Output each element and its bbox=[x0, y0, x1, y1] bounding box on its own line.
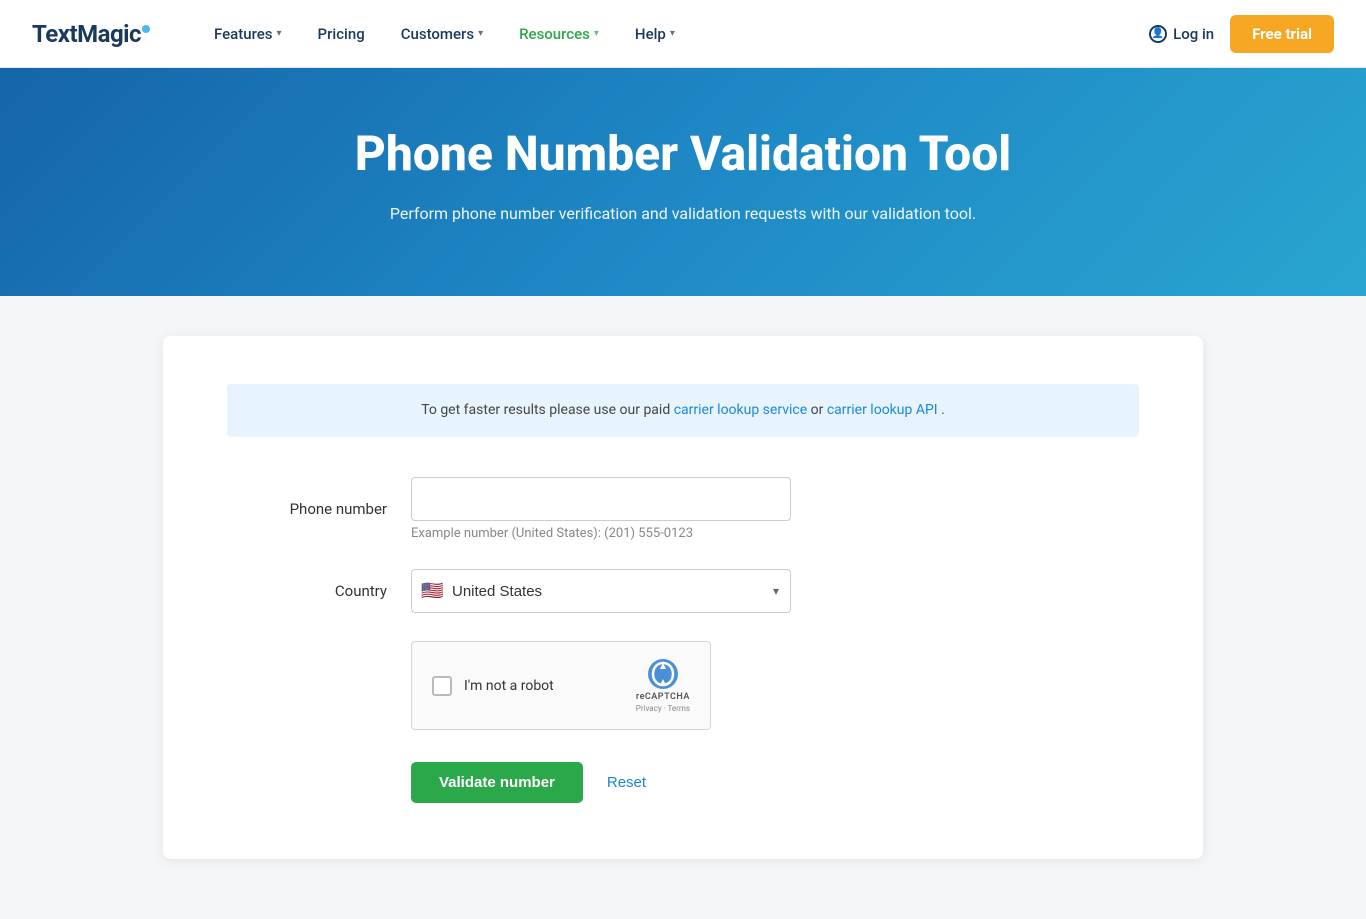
logo[interactable]: TextMagic bbox=[32, 20, 150, 48]
chevron-down-icon: ▾ bbox=[670, 28, 675, 39]
content-card: To get faster results please use our pai… bbox=[163, 336, 1203, 859]
nav-right: 👤 Log in Free trial bbox=[1149, 15, 1334, 53]
free-trial-button[interactable]: Free trial bbox=[1230, 15, 1334, 53]
phone-number-label: Phone number bbox=[227, 500, 387, 518]
reset-button[interactable]: Reset bbox=[607, 774, 646, 791]
form-buttons: Validate number Reset bbox=[411, 762, 1139, 803]
recaptcha-logo-icon bbox=[647, 658, 679, 690]
hero-subtitle: Perform phone number verification and va… bbox=[383, 201, 983, 227]
nav-item-features[interactable]: Features ▾ bbox=[198, 17, 298, 51]
country-select-wrap: 🇺🇸 United States United Kingdom Canada A… bbox=[411, 569, 791, 613]
navbar: TextMagic Features ▾ Pricing Customers ▾… bbox=[0, 0, 1366, 68]
captcha-links: Privacy · Terms bbox=[636, 704, 690, 713]
info-bar: To get faster results please use our pai… bbox=[227, 384, 1139, 437]
captcha-brand-label: reCAPTCHA bbox=[636, 692, 690, 702]
user-icon: 👤 bbox=[1149, 25, 1167, 43]
captcha-checkbox[interactable] bbox=[432, 676, 452, 696]
carrier-lookup-api-link[interactable]: carrier lookup API bbox=[827, 402, 938, 418]
phone-number-row: Phone number Example number (United Stat… bbox=[227, 477, 1139, 541]
hero-section: Phone Number Validation Tool Perform pho… bbox=[0, 68, 1366, 296]
carrier-lookup-service-link[interactable]: carrier lookup service bbox=[674, 402, 807, 418]
country-label: Country bbox=[227, 582, 387, 600]
phone-hint: Example number (United States): (201) 55… bbox=[411, 526, 791, 541]
chevron-down-icon: ▾ bbox=[594, 28, 599, 39]
nav-item-resources[interactable]: Resources ▾ bbox=[503, 17, 615, 51]
nav-item-customers[interactable]: Customers ▾ bbox=[385, 17, 499, 51]
nav-item-help[interactable]: Help ▾ bbox=[619, 17, 691, 51]
validate-number-button[interactable]: Validate number bbox=[411, 762, 583, 803]
captcha-box: I'm not a robot reCAPTCHA Privacy · Term… bbox=[411, 641, 711, 730]
nav-item-pricing[interactable]: Pricing bbox=[302, 17, 381, 51]
captcha-section: I'm not a robot reCAPTCHA Privacy · Term… bbox=[411, 641, 1139, 730]
logo-text: TextMagic bbox=[32, 20, 150, 48]
logo-accent-dot bbox=[142, 25, 150, 33]
captcha-right: reCAPTCHA Privacy · Terms bbox=[636, 658, 690, 713]
captcha-left: I'm not a robot bbox=[432, 676, 554, 696]
chevron-down-icon: ▾ bbox=[478, 28, 483, 39]
chevron-down-icon: ▾ bbox=[277, 28, 282, 39]
main-content: To get faster results please use our pai… bbox=[0, 296, 1366, 919]
hero-title: Phone Number Validation Tool bbox=[32, 128, 1334, 181]
login-button[interactable]: 👤 Log in bbox=[1149, 25, 1214, 43]
phone-field-wrap: Example number (United States): (201) 55… bbox=[411, 477, 791, 541]
nav-links: Features ▾ Pricing Customers ▾ Resources… bbox=[198, 17, 1149, 51]
country-select[interactable]: United States United Kingdom Canada Aust… bbox=[411, 569, 791, 613]
country-row: Country 🇺🇸 United States United Kingdom … bbox=[227, 569, 1139, 613]
captcha-label: I'm not a robot bbox=[464, 678, 554, 694]
phone-number-input[interactable] bbox=[411, 477, 791, 521]
